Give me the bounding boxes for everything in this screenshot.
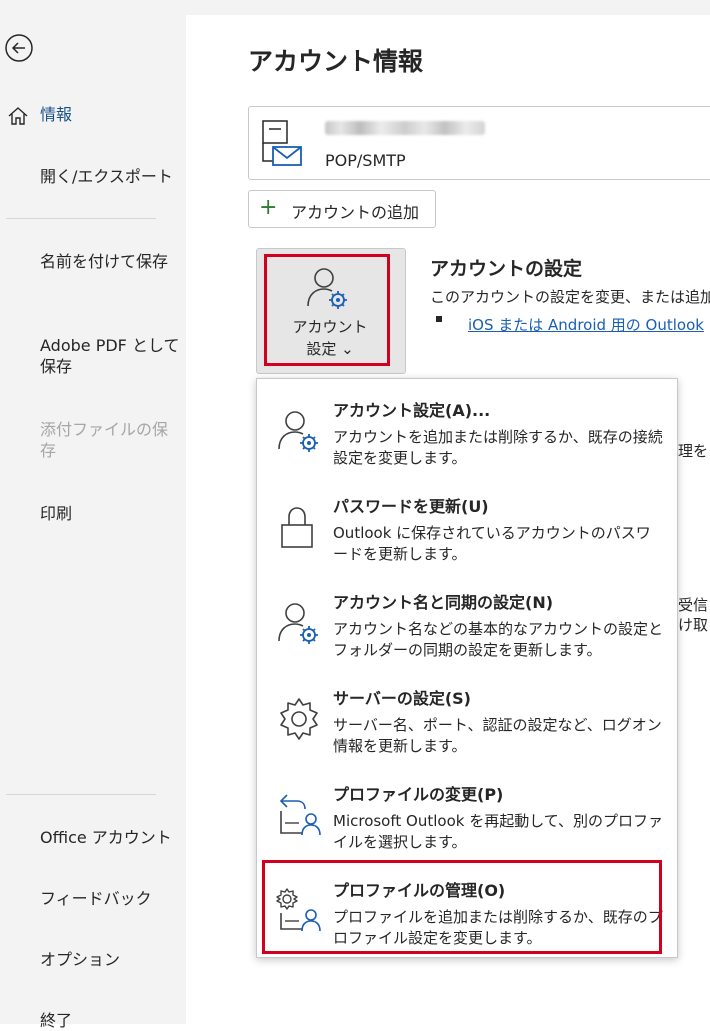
menu-item-account-settings[interactable]: アカウント設定(A)... アカウントを追加または削除するか、既存の接続設定を変… bbox=[257, 385, 677, 481]
account-settings-icon bbox=[278, 411, 318, 452]
backstage-sidebar: 情報 開く/エクスポート 名前を付けて保存 Adobe PDF として保存 添付… bbox=[0, 0, 186, 1030]
gear-icon bbox=[280, 698, 318, 740]
section-title: アカウントの設定 bbox=[430, 258, 583, 280]
sidebar-item-exit[interactable]: 終了 bbox=[40, 1010, 180, 1031]
lock-icon bbox=[281, 507, 313, 548]
plus-icon: + bbox=[259, 195, 278, 220]
sidebar-item-save-attachments: 添付ファイルの保存 bbox=[40, 420, 169, 460]
account-sync-settings-icon bbox=[278, 603, 318, 644]
background-text-fragment: 受信メ bbox=[678, 596, 710, 614]
sidebar-item-office-account[interactable]: Office アカウント bbox=[40, 827, 180, 848]
background-text-fragment: け取 bbox=[678, 616, 709, 634]
sidebar-divider-bottom bbox=[6, 794, 156, 795]
mobile-app-link[interactable]: iOS または Android 用の Outlook bbox=[468, 314, 710, 335]
menu-item-title: プロファイルの変更(P) bbox=[333, 785, 504, 804]
menu-item-description: Microsoft Outlook を再起動して、別のプロファイルを選択します。 bbox=[333, 812, 664, 851]
menu-item-title: アカウント名と同期の設定(N) bbox=[333, 593, 554, 612]
sidebar-item-save-as-pdf[interactable]: Adobe PDF として保存 bbox=[40, 335, 180, 377]
sidebar-divider bbox=[6, 218, 156, 219]
menu-item-title: パスワードを更新(U) bbox=[333, 497, 489, 516]
highlight-box-manage-profiles bbox=[262, 860, 662, 954]
menu-item-title: アカウント設定(A)... bbox=[333, 401, 491, 420]
menu-item-change-profile[interactable]: プロファイルの変更(P) Microsoft Outlook を再起動して、別の… bbox=[257, 769, 677, 865]
top-band bbox=[186, 0, 710, 15]
sidebar-item-print[interactable]: 印刷 bbox=[40, 503, 180, 524]
account-type: POP/SMTP bbox=[325, 151, 406, 170]
sidebar-item-options[interactable]: オプション bbox=[40, 949, 180, 970]
sidebar-item-feedback[interactable]: フィードバック bbox=[40, 888, 180, 909]
menu-item-server-settings[interactable]: サーバーの設定(S) サーバー名、ポート、認証の設定など、ログオン情報を更新しま… bbox=[257, 673, 677, 769]
home-icon bbox=[8, 107, 28, 125]
account-name-redacted bbox=[325, 121, 485, 135]
mail-account-icon bbox=[262, 120, 302, 166]
sidebar-item-info[interactable]: 情報 bbox=[40, 104, 180, 125]
background-text-fragment: 理を bbox=[678, 442, 709, 460]
back-arrow-icon[interactable] bbox=[3, 32, 35, 64]
menu-item-description: アカウントを追加または削除するか、既存の接続設定を変更します。 bbox=[333, 428, 663, 467]
change-profile-icon bbox=[279, 794, 321, 836]
menu-item-description: サーバー名、ポート、認証の設定など、ログオン情報を更新します。 bbox=[333, 716, 662, 755]
account-selector[interactable]: POP/SMTP bbox=[248, 106, 710, 180]
add-account-button[interactable]: + アカウントの追加 bbox=[248, 190, 436, 228]
sidebar-item-open-export[interactable]: 開く/エクスポート bbox=[40, 166, 180, 187]
highlight-box-account-settings bbox=[264, 254, 390, 366]
menu-item-description: Outlook に保存されているアカウントのパスワードを更新します。 bbox=[333, 524, 651, 563]
menu-item-description: アカウント名などの基本的なアカウントの設定とフォルダーの同期の設定を更新します。 bbox=[333, 620, 664, 659]
section-description: このアカウントの設定を変更、または追加 bbox=[430, 288, 710, 306]
menu-item-update-password[interactable]: パスワードを更新(U) Outlook に保存されているアカウントのパスワードを… bbox=[257, 481, 677, 577]
menu-item-title: サーバーの設定(S) bbox=[333, 689, 471, 708]
sidebar-item-save-as[interactable]: 名前を付けて保存 bbox=[40, 251, 180, 272]
menu-item-account-name-sync[interactable]: アカウント名と同期の設定(N) アカウント名などの基本的なアカウントの設定とフォ… bbox=[257, 577, 677, 673]
add-account-label: アカウントの追加 bbox=[291, 203, 420, 222]
page-title: アカウント情報 bbox=[248, 47, 424, 76]
bullet-marker bbox=[436, 316, 442, 322]
